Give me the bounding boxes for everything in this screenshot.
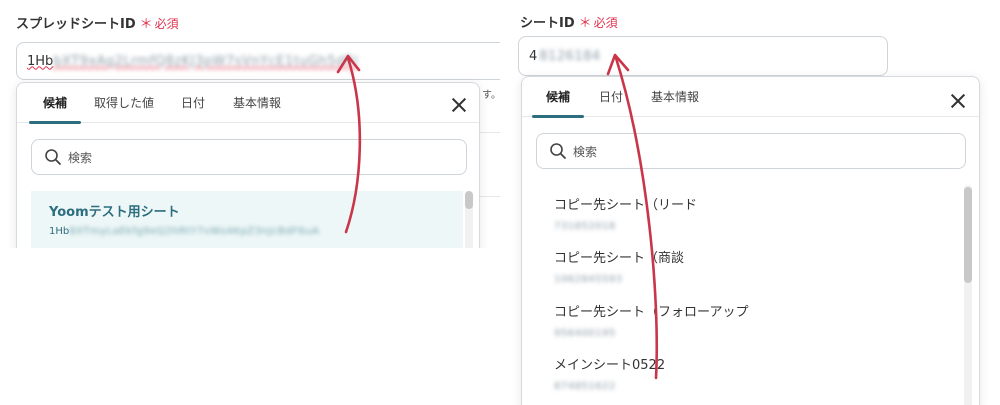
background-divider bbox=[480, 196, 500, 197]
background-divider bbox=[480, 132, 500, 133]
spreadsheet-id-value-prefix: 1Hb bbox=[27, 53, 54, 69]
left-search-input[interactable]: 検索 bbox=[31, 139, 467, 175]
sheet-id-panel: シートID ＊必須 4 8126184 候補 日付 基本情報 検索 コピー先シート（… bbox=[500, 0, 1000, 405]
suggestion-item-id-prefix: 1Hb bbox=[49, 226, 70, 237]
spreadsheet-id-label-text: スプレッドシートID bbox=[16, 17, 136, 32]
tab-candidates[interactable]: 候補 bbox=[29, 83, 81, 124]
close-icon[interactable] bbox=[449, 95, 469, 115]
right-suggestion-dropdown: 候補 日付 基本情報 検索 コピー先シート（リード 731852018 コピー先… bbox=[521, 76, 980, 405]
suggestion-item-id-masked: 874851622 bbox=[554, 381, 616, 392]
spreadsheet-id-panel: スプレッドシートID ＊必須 1Hb bXT9xAq2LrmfQ8zKJ3pW7sV… bbox=[0, 0, 500, 248]
left-search-placeholder: 検索 bbox=[68, 150, 93, 165]
suggestion-item[interactable]: コピー先シート（リード 731852018 bbox=[554, 194, 697, 232]
required-star: ＊ bbox=[578, 16, 592, 31]
required-star: ＊ bbox=[139, 17, 153, 32]
left-tab-bar: 候補 取得した値 日付 基本情報 bbox=[17, 83, 479, 124]
search-icon bbox=[45, 149, 61, 165]
field-hint-text: す。 bbox=[482, 90, 500, 101]
suggestion-item-id-masked: 731852018 bbox=[554, 221, 616, 232]
right-search-placeholder: 検索 bbox=[573, 144, 598, 159]
suggestion-item[interactable]: コピー先シート（商談 1062845593 bbox=[554, 247, 684, 285]
spreadsheet-id-label: スプレッドシートID ＊必須 bbox=[16, 13, 179, 32]
tab-date[interactable]: 日付 bbox=[592, 77, 630, 117]
suggestion-item-label: Yoomテスト用シート bbox=[49, 205, 180, 220]
suggestion-item-label: コピー先シート（商談 bbox=[554, 251, 685, 266]
suggestion-item-label: コピー先シート（リード bbox=[554, 198, 698, 213]
tab-candidates[interactable]: 候補 bbox=[532, 77, 584, 118]
suggestion-item-label: メインシート0522 bbox=[554, 358, 666, 373]
suggestion-item-id-masked: 8XTmyLaEkfg9eQ2hRtY7vWs4KpZ3nJcBdF6uA bbox=[69, 226, 320, 237]
suggestion-item[interactable]: メインシート0522 874851622 bbox=[554, 354, 665, 392]
tab-basic-info[interactable]: 基本情報 bbox=[227, 83, 287, 123]
required-text: 必須 bbox=[154, 17, 179, 31]
suggestion-item-id-masked: 956400195 bbox=[554, 328, 616, 339]
sheet-id-label-text: シートID bbox=[520, 16, 575, 31]
suggestion-item-id-masked: 1062845593 bbox=[554, 274, 623, 285]
left-scrollbar-thumb[interactable] bbox=[465, 191, 473, 209]
spreadsheet-id-value-masked: bXT9xAq2LrmfQ8zKJ3pW7sVnYcE1tuGh5dRi bbox=[53, 53, 359, 69]
close-icon[interactable] bbox=[948, 91, 968, 111]
sheet-id-label: シートID ＊必須 bbox=[520, 12, 618, 31]
right-tab-bar: 候補 日付 基本情報 bbox=[522, 77, 979, 118]
spreadsheet-id-input[interactable]: 1Hb bXT9xAq2LrmfQ8zKJ3pW7sVnYcE1tuGh5dRi bbox=[16, 42, 500, 80]
sheet-id-value-prefix: 4 bbox=[529, 48, 538, 64]
sheet-id-input[interactable]: 4 8126184 bbox=[518, 36, 888, 76]
suggestion-item-label: コピー先シート（フォローアップ bbox=[554, 305, 749, 320]
sheet-id-value-masked: 8126184 bbox=[539, 48, 601, 64]
left-suggestion-dropdown: 候補 取得した値 日付 基本情報 検索 Yoomテスト用シート 1Hb8XTmy… bbox=[16, 82, 480, 248]
tab-date[interactable]: 日付 bbox=[173, 83, 213, 123]
tab-retrieved-values[interactable]: 取得した値 bbox=[89, 83, 159, 123]
right-search-input[interactable]: 検索 bbox=[536, 133, 966, 169]
suggestion-item[interactable]: Yoomテスト用シート 1Hb8XTmyLaEkfg9eQ2hRtY7vWs4K… bbox=[49, 201, 319, 237]
search-icon bbox=[550, 143, 566, 159]
tab-basic-info[interactable]: 基本情報 bbox=[642, 77, 708, 117]
required-text: 必須 bbox=[593, 16, 618, 30]
suggestion-item-id: 1Hb8XTmyLaEkfg9eQ2hRtY7vWs4KpZ3nJcBdF6uA bbox=[49, 226, 319, 237]
suggestion-item[interactable]: コピー先シート（フォローアップ 956400195 bbox=[554, 301, 748, 339]
right-scrollbar-thumb[interactable] bbox=[964, 187, 972, 283]
